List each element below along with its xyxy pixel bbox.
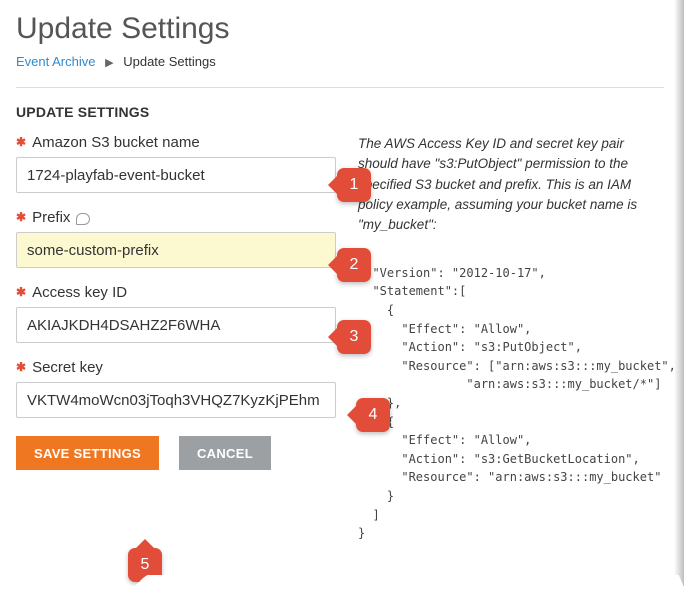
form-column: ✱ Amazon S3 bucket name ✱ Prefix ✱ Acces… [16, 134, 336, 470]
secret-key-label-text: Secret key [32, 359, 103, 376]
callout-4: 4 [356, 398, 390, 432]
breadcrumb: Event Archive ▶ Update Settings [16, 54, 664, 69]
field-secret-key: ✱ Secret key [16, 359, 336, 418]
policy-example: { "Version": "2012-10-17", "Statement":[… [358, 245, 664, 543]
help-text: The AWS Access Key ID and secret key pai… [358, 134, 664, 235]
secret-key-label: ✱ Secret key [16, 359, 336, 376]
callout-1: 1 [337, 168, 371, 202]
breadcrumb-current: Update Settings [123, 54, 216, 69]
access-key-input[interactable] [16, 307, 336, 343]
page-title: Update Settings [16, 12, 664, 46]
torn-edge-bottom [0, 575, 684, 605]
callout-5: 5 [128, 548, 162, 582]
prefix-label-text: Prefix [32, 209, 70, 226]
secret-key-input[interactable] [16, 382, 336, 418]
required-icon: ✱ [16, 361, 26, 373]
comment-icon[interactable] [76, 213, 90, 225]
bucket-label: ✱ Amazon S3 bucket name [16, 134, 336, 151]
divider [16, 87, 664, 88]
required-icon: ✱ [16, 136, 26, 148]
prefix-input[interactable] [16, 232, 336, 268]
save-button[interactable]: SAVE SETTINGS [16, 436, 159, 470]
bucket-input[interactable] [16, 157, 336, 193]
callout-2: 2 [337, 248, 371, 282]
section-title: UPDATE SETTINGS [16, 104, 664, 120]
help-column: The AWS Access Key ID and secret key pai… [358, 134, 664, 543]
prefix-label: ✱ Prefix [16, 209, 336, 226]
callout-3: 3 [337, 320, 371, 354]
chevron-right-icon: ▶ [105, 57, 113, 69]
required-icon: ✱ [16, 286, 26, 298]
button-row: SAVE SETTINGS CANCEL [16, 436, 336, 470]
access-key-label-text: Access key ID [32, 284, 127, 301]
bucket-label-text: Amazon S3 bucket name [32, 134, 200, 151]
field-bucket: ✱ Amazon S3 bucket name [16, 134, 336, 193]
field-prefix: ✱ Prefix [16, 209, 336, 268]
field-access-key: ✱ Access key ID [16, 284, 336, 343]
breadcrumb-link-event-archive[interactable]: Event Archive [16, 54, 96, 69]
required-icon: ✱ [16, 211, 26, 223]
cancel-button[interactable]: CANCEL [179, 436, 271, 470]
access-key-label: ✱ Access key ID [16, 284, 336, 301]
